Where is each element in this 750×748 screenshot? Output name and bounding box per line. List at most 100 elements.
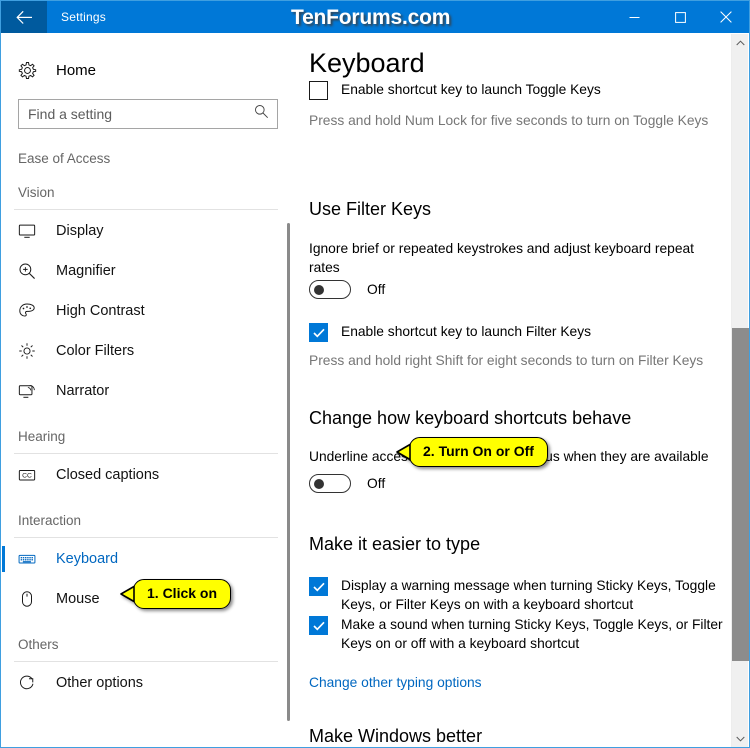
make-sound-checkbox-row[interactable]: Make a sound when turning Sticky Keys, T… xyxy=(309,615,724,653)
close-button[interactable] xyxy=(703,1,749,33)
checkmark-icon xyxy=(312,621,325,631)
brightness-icon xyxy=(18,342,42,360)
sidebar-group-header-hearing: Hearing xyxy=(18,429,66,444)
callout-text: 1. Click on xyxy=(133,579,232,609)
sidebar-item-high-contrast[interactable]: High Contrast xyxy=(2,292,296,330)
palette-icon xyxy=(18,302,42,320)
toggle-keys-checkbox[interactable] xyxy=(309,81,328,100)
search-input[interactable] xyxy=(19,100,277,128)
warning-message-checkbox[interactable] xyxy=(309,577,328,596)
settings-window: Settings TenForums.com Home Find a setti… xyxy=(0,0,750,748)
watermark: TenForums.com xyxy=(291,6,451,29)
sidebar-item-label: Display xyxy=(56,223,104,239)
make-sound-label: Make a sound when turning Sticky Keys, T… xyxy=(341,617,723,651)
window-title: Settings xyxy=(61,10,106,24)
scroll-up-button[interactable] xyxy=(732,34,749,51)
toggle-keys-hint: Press and hold Num Lock for five seconds… xyxy=(309,113,709,128)
search-box[interactable] xyxy=(18,99,278,129)
page-title: Keyboard xyxy=(309,46,445,80)
sidebar-item-home[interactable]: Home xyxy=(18,55,296,85)
sidebar-group-header-others: Others xyxy=(18,637,59,652)
sidebar-divider xyxy=(14,537,278,538)
monitor-icon xyxy=(18,222,42,240)
sidebar-item-label: Mouse xyxy=(56,591,100,607)
make-sound-checkbox[interactable] xyxy=(309,616,328,635)
main-scrollbar[interactable] xyxy=(731,34,749,747)
sidebar-item-closed-captions[interactable]: CC Closed captions xyxy=(2,456,296,494)
main-content: Enable shortcut key to launch Toggle Key… xyxy=(297,34,749,747)
warning-message-checkbox-row[interactable]: Display a warning message when turning S… xyxy=(309,576,721,614)
filter-keys-shortcut-checkbox-row[interactable]: Enable shortcut key to launch Filter Key… xyxy=(309,322,591,342)
closed-captions-icon: CC xyxy=(18,466,42,484)
sidebar-home-label: Home xyxy=(56,61,97,79)
sidebar-item-other-options[interactable]: Other options xyxy=(2,664,296,702)
filter-keys-toggle[interactable] xyxy=(309,280,351,299)
filter-keys-description: Ignore brief or repeated keystrokes and … xyxy=(309,241,695,275)
back-button[interactable] xyxy=(1,1,47,33)
filter-keys-toggle-row[interactable]: Off xyxy=(309,280,385,299)
shortcuts-heading: Change how keyboard shortcuts behave xyxy=(309,408,632,428)
sidebar-group-header-vision: Vision xyxy=(18,185,55,200)
scroll-down-button[interactable] xyxy=(732,730,749,747)
shortcuts-toggle[interactable] xyxy=(309,474,351,493)
close-icon xyxy=(720,11,732,23)
toggle-keys-checkbox-label: Enable shortcut key to launch Toggle Key… xyxy=(341,82,601,97)
filter-keys-shortcut-checkbox[interactable] xyxy=(309,323,328,342)
magnifier-icon xyxy=(18,262,42,280)
mouse-icon xyxy=(18,590,42,608)
back-arrow-icon xyxy=(15,10,32,24)
filter-keys-heading: Use Filter Keys xyxy=(309,199,432,219)
gear-icon xyxy=(18,61,44,80)
callout-turn-on-or-off: 2. Turn On or Off xyxy=(396,437,548,467)
keyboard-icon xyxy=(18,550,42,568)
sidebar-item-narrator[interactable]: Narrator xyxy=(2,372,296,410)
checkmark-icon xyxy=(312,582,325,592)
sidebar-item-keyboard[interactable]: Keyboard xyxy=(2,540,296,578)
callout-tail-icon xyxy=(396,443,411,461)
sidebar-group-header-interaction: Interaction xyxy=(18,513,82,528)
sidebar-item-label: High Contrast xyxy=(56,303,145,319)
filter-keys-toggle-state: Off xyxy=(367,282,386,297)
sidebar-item-label: Closed captions xyxy=(56,467,160,483)
window-controls xyxy=(611,1,749,33)
sidebar-item-color-filters[interactable]: Color Filters xyxy=(2,332,296,370)
callout-click-on: 1. Click on xyxy=(120,579,232,609)
minimize-icon xyxy=(629,16,639,18)
sidebar-item-label: Magnifier xyxy=(56,263,116,279)
settings-scroll-region: Enable shortcut key to launch Toggle Key… xyxy=(297,34,726,747)
filter-keys-hint: Press and hold right Shift for eight sec… xyxy=(309,353,704,368)
sidebar-item-display[interactable]: Display xyxy=(2,212,296,250)
chevron-up-icon xyxy=(736,39,745,45)
narrator-icon xyxy=(18,382,42,400)
scrollbar-thumb[interactable] xyxy=(732,328,749,661)
sidebar-app-name: Ease of Access xyxy=(18,151,111,166)
sidebar-scrollbar[interactable] xyxy=(287,223,290,721)
maximize-icon xyxy=(674,11,686,23)
shortcuts-toggle-row[interactable]: Off xyxy=(309,474,385,493)
sidebar-item-label: Narrator xyxy=(56,383,110,399)
sidebar: Home Ease of Access Vision Display xyxy=(2,33,296,747)
callout-tail-icon xyxy=(120,585,135,603)
filter-keys-shortcut-label: Enable shortcut key to launch Filter Key… xyxy=(341,324,592,339)
sidebar-divider xyxy=(14,661,278,662)
warning-message-label: Display a warning message when turning S… xyxy=(341,578,716,612)
checkmark-icon xyxy=(312,328,325,338)
make-windows-better-heading: Make Windows better xyxy=(309,726,483,746)
easier-to-type-heading: Make it easier to type xyxy=(309,534,481,554)
sidebar-divider xyxy=(14,209,278,210)
toggle-keys-checkbox-row[interactable]: Enable shortcut key to launch Toggle Key… xyxy=(309,80,601,100)
callout-text: 2. Turn On or Off xyxy=(409,437,548,467)
chevron-down-icon xyxy=(736,736,745,742)
sidebar-item-magnifier[interactable]: Magnifier xyxy=(2,252,296,290)
sidebar-item-label: Other options xyxy=(56,675,144,691)
svg-text:CC: CC xyxy=(22,473,32,480)
change-other-typing-options-link[interactable]: Change other typing options xyxy=(309,675,482,690)
minimize-button[interactable] xyxy=(611,1,657,33)
toggle-knob xyxy=(314,478,324,489)
other-options-icon xyxy=(18,674,42,692)
shortcuts-toggle-state: Off xyxy=(367,476,386,491)
sidebar-item-label: Keyboard xyxy=(56,551,119,567)
maximize-button[interactable] xyxy=(657,1,703,33)
toggle-knob xyxy=(314,284,324,295)
sidebar-divider xyxy=(14,453,278,454)
